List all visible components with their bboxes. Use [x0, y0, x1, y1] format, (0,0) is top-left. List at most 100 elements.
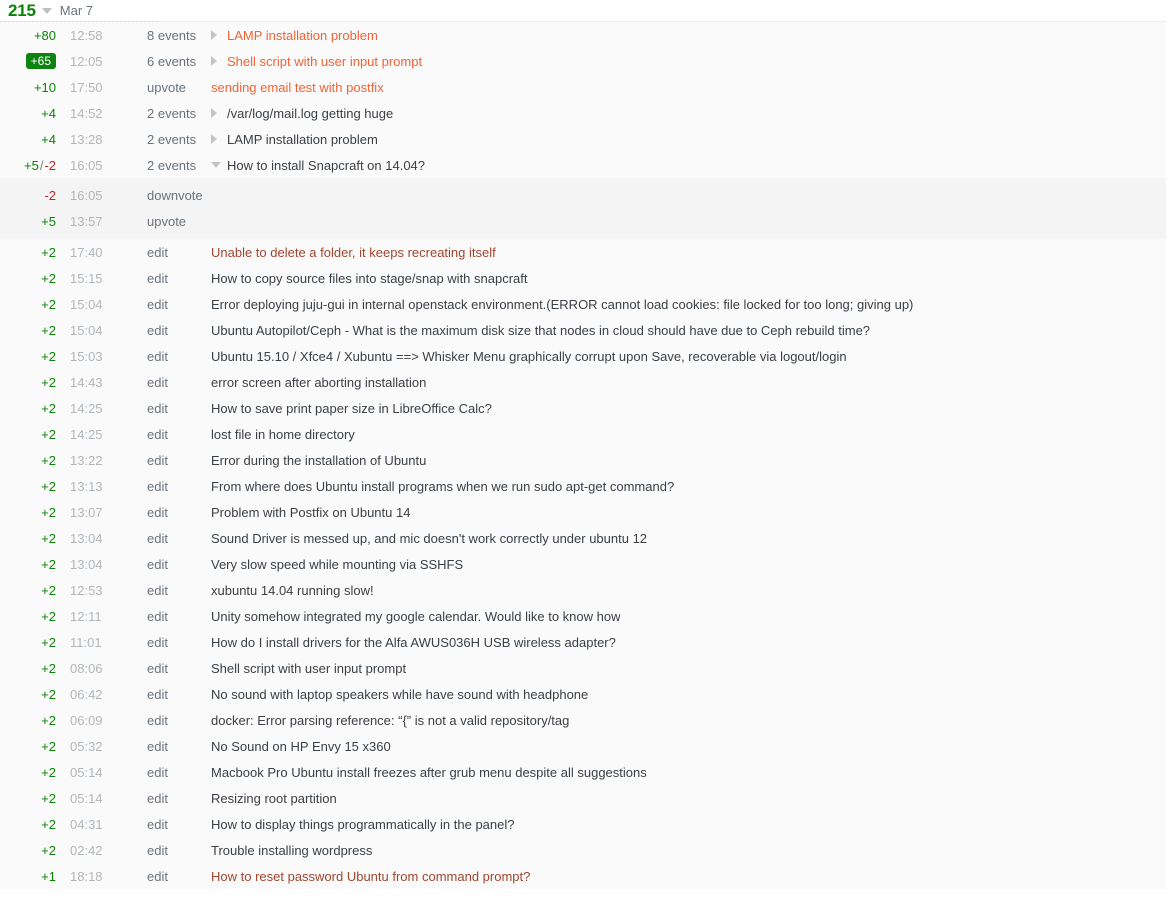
event-row[interactable]: +2 14:25 edit How to save print paper size … [0, 395, 1166, 421]
post-title-link[interactable]: Ubuntu 15.10 / Xfce4 / Xubuntu ==> Whisk… [211, 349, 847, 364]
reputation-value: +2 [41, 686, 56, 702]
event-row[interactable]: +4 14:52 2 events/var/log/mail.log getting… [0, 100, 1166, 126]
reputation-change: +2 [0, 479, 56, 494]
triangle-down-icon[interactable] [40, 4, 54, 18]
reputation-value: +2 [41, 400, 56, 416]
event-row[interactable]: +2 12:11 edit Unity somehow integrated my g… [0, 603, 1166, 629]
event-row[interactable]: +2 06:42 edit No sound with laptop speakers… [0, 681, 1166, 707]
post-title-link[interactable]: Unity somehow integrated my google calen… [211, 609, 620, 624]
event-title-cell: Error deploying juju-gui in internal ope… [196, 297, 913, 312]
event-row[interactable]: +2 05:14 edit Resizing root partition [0, 785, 1166, 811]
collapse-triangle-down-icon[interactable] [211, 162, 225, 168]
post-title-link[interactable]: Resizing root partition [211, 791, 337, 806]
reputation-change: +2 [0, 245, 56, 260]
post-title-link[interactable]: How to install Snapcraft on 14.04? [227, 158, 425, 173]
post-title-link[interactable]: LAMP installation problem [227, 28, 378, 43]
event-time: 15:03 [70, 348, 103, 364]
reputation-value: +2 [41, 634, 56, 650]
post-title-link[interactable]: Macbook Pro Ubuntu install freezes after… [211, 765, 647, 780]
expand-triangle-right-icon[interactable] [211, 56, 225, 66]
event-row[interactable]: +80 12:58 8 events LAMP installation proble… [0, 22, 1166, 48]
post-title-link[interactable]: From where does Ubuntu install programs … [211, 479, 674, 494]
reputation-change: +2 [0, 817, 56, 832]
reputation-change: +1 [0, 869, 56, 884]
post-title-link[interactable]: Shell script with user input prompt [227, 54, 422, 69]
post-title-link[interactable]: Trouble installing wordpress [211, 843, 372, 858]
event-row[interactable]: +2 13:22 edit Error during the installation… [0, 447, 1166, 473]
event-row[interactable]: +2 12:53 edit xubuntu 14.04 running slow! [0, 577, 1166, 603]
expand-triangle-right-icon[interactable] [211, 30, 225, 40]
event-type: edit [147, 426, 168, 442]
post-title-link[interactable]: xubuntu 14.04 running slow! [211, 583, 374, 598]
reputation-value: +2 [41, 712, 56, 728]
event-time: 08:06 [70, 660, 103, 676]
event-row[interactable]: +2 05:14 edit Macbook Pro Ubuntu install fr… [0, 759, 1166, 785]
event-row[interactable]: +4 13:28 2 events LAMP installation problem [0, 126, 1166, 152]
post-title-link[interactable]: LAMP installation problem [227, 132, 378, 147]
event-type: 8 events [147, 27, 197, 43]
post-title-link[interactable]: docker: Error parsing reference: “{” is … [211, 713, 569, 728]
reputation-value: +2 [41, 608, 56, 624]
post-title-link[interactable]: Error deploying juju-gui in internal ope… [211, 297, 913, 312]
event-sub-row[interactable]: -2 16:05 downvote [0, 182, 1166, 208]
post-title-link[interactable]: No Sound on HP Envy 15 x360 [211, 739, 391, 754]
reputation-value: +2 [41, 348, 56, 364]
event-title-cell: Trouble installing wordpress [196, 843, 372, 858]
post-title-link[interactable]: How to reset password Ubuntu from comman… [211, 869, 530, 884]
event-row[interactable]: +2 14:43 edit error screen after aborting i… [0, 369, 1166, 395]
reputation-change: +2 [0, 791, 56, 806]
event-row[interactable]: +2 06:09 edit docker: Error parsing referen… [0, 707, 1166, 733]
post-title-link[interactable]: How do I install drivers for the Alfa AW… [211, 635, 616, 650]
expand-triangle-right-icon[interactable] [211, 108, 225, 118]
post-title-link[interactable]: error screen after aborting installation [211, 375, 426, 390]
event-row[interactable]: +10 17:50 upvote sending email test with po… [0, 74, 1166, 100]
post-title-link[interactable]: Very slow speed while mounting via SSHFS [211, 557, 463, 572]
event-time: 18:18 [70, 868, 103, 884]
event-row[interactable]: +2 15:04 edit Error deploying juju-gui in i… [0, 291, 1166, 317]
event-row[interactable]: +2 05:32 edit No Sound on HP Envy 15 x360 [0, 733, 1166, 759]
event-row[interactable]: +2 15:04 edit Ubuntu Autopilot/Ceph - What … [0, 317, 1166, 343]
event-sub-row[interactable]: +5 13:57 upvote [0, 208, 1166, 234]
event-row[interactable]: +2 13:04 edit Sound Driver is messed up, an… [0, 525, 1166, 551]
event-row[interactable]: +2 04:31 edit How to display things program… [0, 811, 1166, 837]
post-title-link[interactable]: Error during the installation of Ubuntu [211, 453, 426, 468]
event-row[interactable]: +2 15:03 edit Ubuntu 15.10 / Xfce4 / Xubunt… [0, 343, 1166, 369]
post-title-link[interactable]: Problem with Postfix on Ubuntu 14 [211, 505, 410, 520]
post-title-link[interactable]: Shell script with user input prompt [211, 661, 406, 676]
event-row[interactable]: +1 18:18 edit How to reset password Ubuntu … [0, 863, 1166, 889]
post-title-link[interactable]: How to display things programmatically i… [211, 817, 515, 832]
event-row[interactable]: +2 02:42 edit Trouble installing wordpress [0, 837, 1166, 863]
event-row[interactable]: +5/-2 16:05 2 events How to install Snapcra… [0, 152, 1166, 178]
post-title-link[interactable]: /var/log/mail.log getting huge [227, 106, 393, 121]
event-row[interactable]: +2 11:01 edit How do I install drivers for … [0, 629, 1166, 655]
post-title-link[interactable]: How to copy source files into stage/snap… [211, 271, 528, 286]
event-row[interactable]: +2 14:25 edit lost file in home directory [0, 421, 1166, 447]
event-title-cell: How to save print paper size in LibreOff… [196, 401, 492, 416]
event-type: upvote [147, 213, 187, 229]
event-row[interactable]: +2 15:15 edit How to copy source files into… [0, 265, 1166, 291]
expand-triangle-right-icon[interactable] [211, 134, 225, 144]
post-title-link[interactable]: Unable to delete a folder, it keeps recr… [211, 245, 496, 260]
reputation-change: +2 [0, 401, 56, 416]
post-title-link[interactable]: sending email test with postfix [211, 80, 384, 95]
event-row[interactable]: +2 13:13 edit From where does Ubuntu instal… [0, 473, 1166, 499]
event-time: 13:04 [70, 530, 103, 546]
reputation-change: +2 [0, 661, 56, 676]
post-title-link[interactable]: lost file in home directory [211, 427, 355, 442]
event-row[interactable]: +2 13:07 edit Problem with Postfix on Ubunt… [0, 499, 1166, 525]
event-type: edit [147, 738, 168, 754]
event-type: 2 events [147, 131, 197, 147]
event-row[interactable]: +2 08:06 edit Shell script with user input … [0, 655, 1166, 681]
event-time: 05:14 [70, 790, 103, 806]
post-title-link[interactable]: Ubuntu Autopilot/Ceph - What is the maxi… [211, 323, 870, 338]
post-title-link[interactable]: How to save print paper size in LibreOff… [211, 401, 492, 416]
event-row[interactable]: +65 12:05 6 events Shell script with user i… [0, 48, 1166, 74]
event-type: edit [147, 764, 168, 780]
scrollbar-gutter[interactable] [1166, 21, 1174, 902]
event-row[interactable]: +2 13:04 edit Very slow speed while mountin… [0, 551, 1166, 577]
event-title-cell: Unity somehow integrated my google calen… [196, 609, 620, 624]
event-time: 14:25 [70, 426, 103, 442]
event-row[interactable]: +2 17:40 edit Unable to delete a folder, it… [0, 239, 1166, 265]
post-title-link[interactable]: No sound with laptop speakers while have… [211, 687, 588, 702]
post-title-link[interactable]: Sound Driver is messed up, and mic doesn… [211, 531, 647, 546]
